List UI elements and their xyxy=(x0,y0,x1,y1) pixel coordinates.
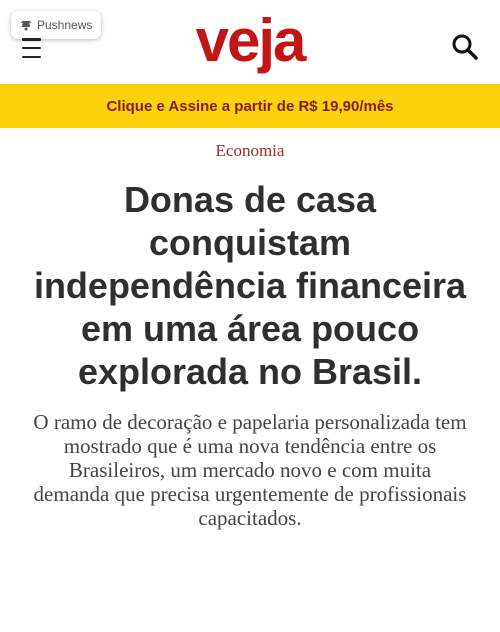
pushnews-badge[interactable]: Pushnews xyxy=(11,11,102,39)
veja-logo[interactable]: veja xyxy=(160,10,340,80)
bell-icon xyxy=(20,20,32,31)
site-header: Pushnews veja xyxy=(0,0,500,84)
pushnews-label: Pushnews xyxy=(37,18,93,32)
search-icon xyxy=(452,34,478,60)
article-category[interactable]: Economia xyxy=(0,141,500,161)
subscribe-promo-text: Clique e Assine a partir de R$ 19,90/mês xyxy=(106,97,394,115)
search-button[interactable] xyxy=(450,32,480,62)
menu-button[interactable] xyxy=(22,38,46,58)
article-subheadline: O ramo de decoração e papelaria personal… xyxy=(33,410,467,530)
article-headline: Donas de casa conquistam independência f… xyxy=(33,179,467,392)
hamburger-menu-icon xyxy=(22,38,41,41)
subscribe-promo-bar[interactable]: Clique e Assine a partir de R$ 19,90/mês xyxy=(0,84,500,128)
